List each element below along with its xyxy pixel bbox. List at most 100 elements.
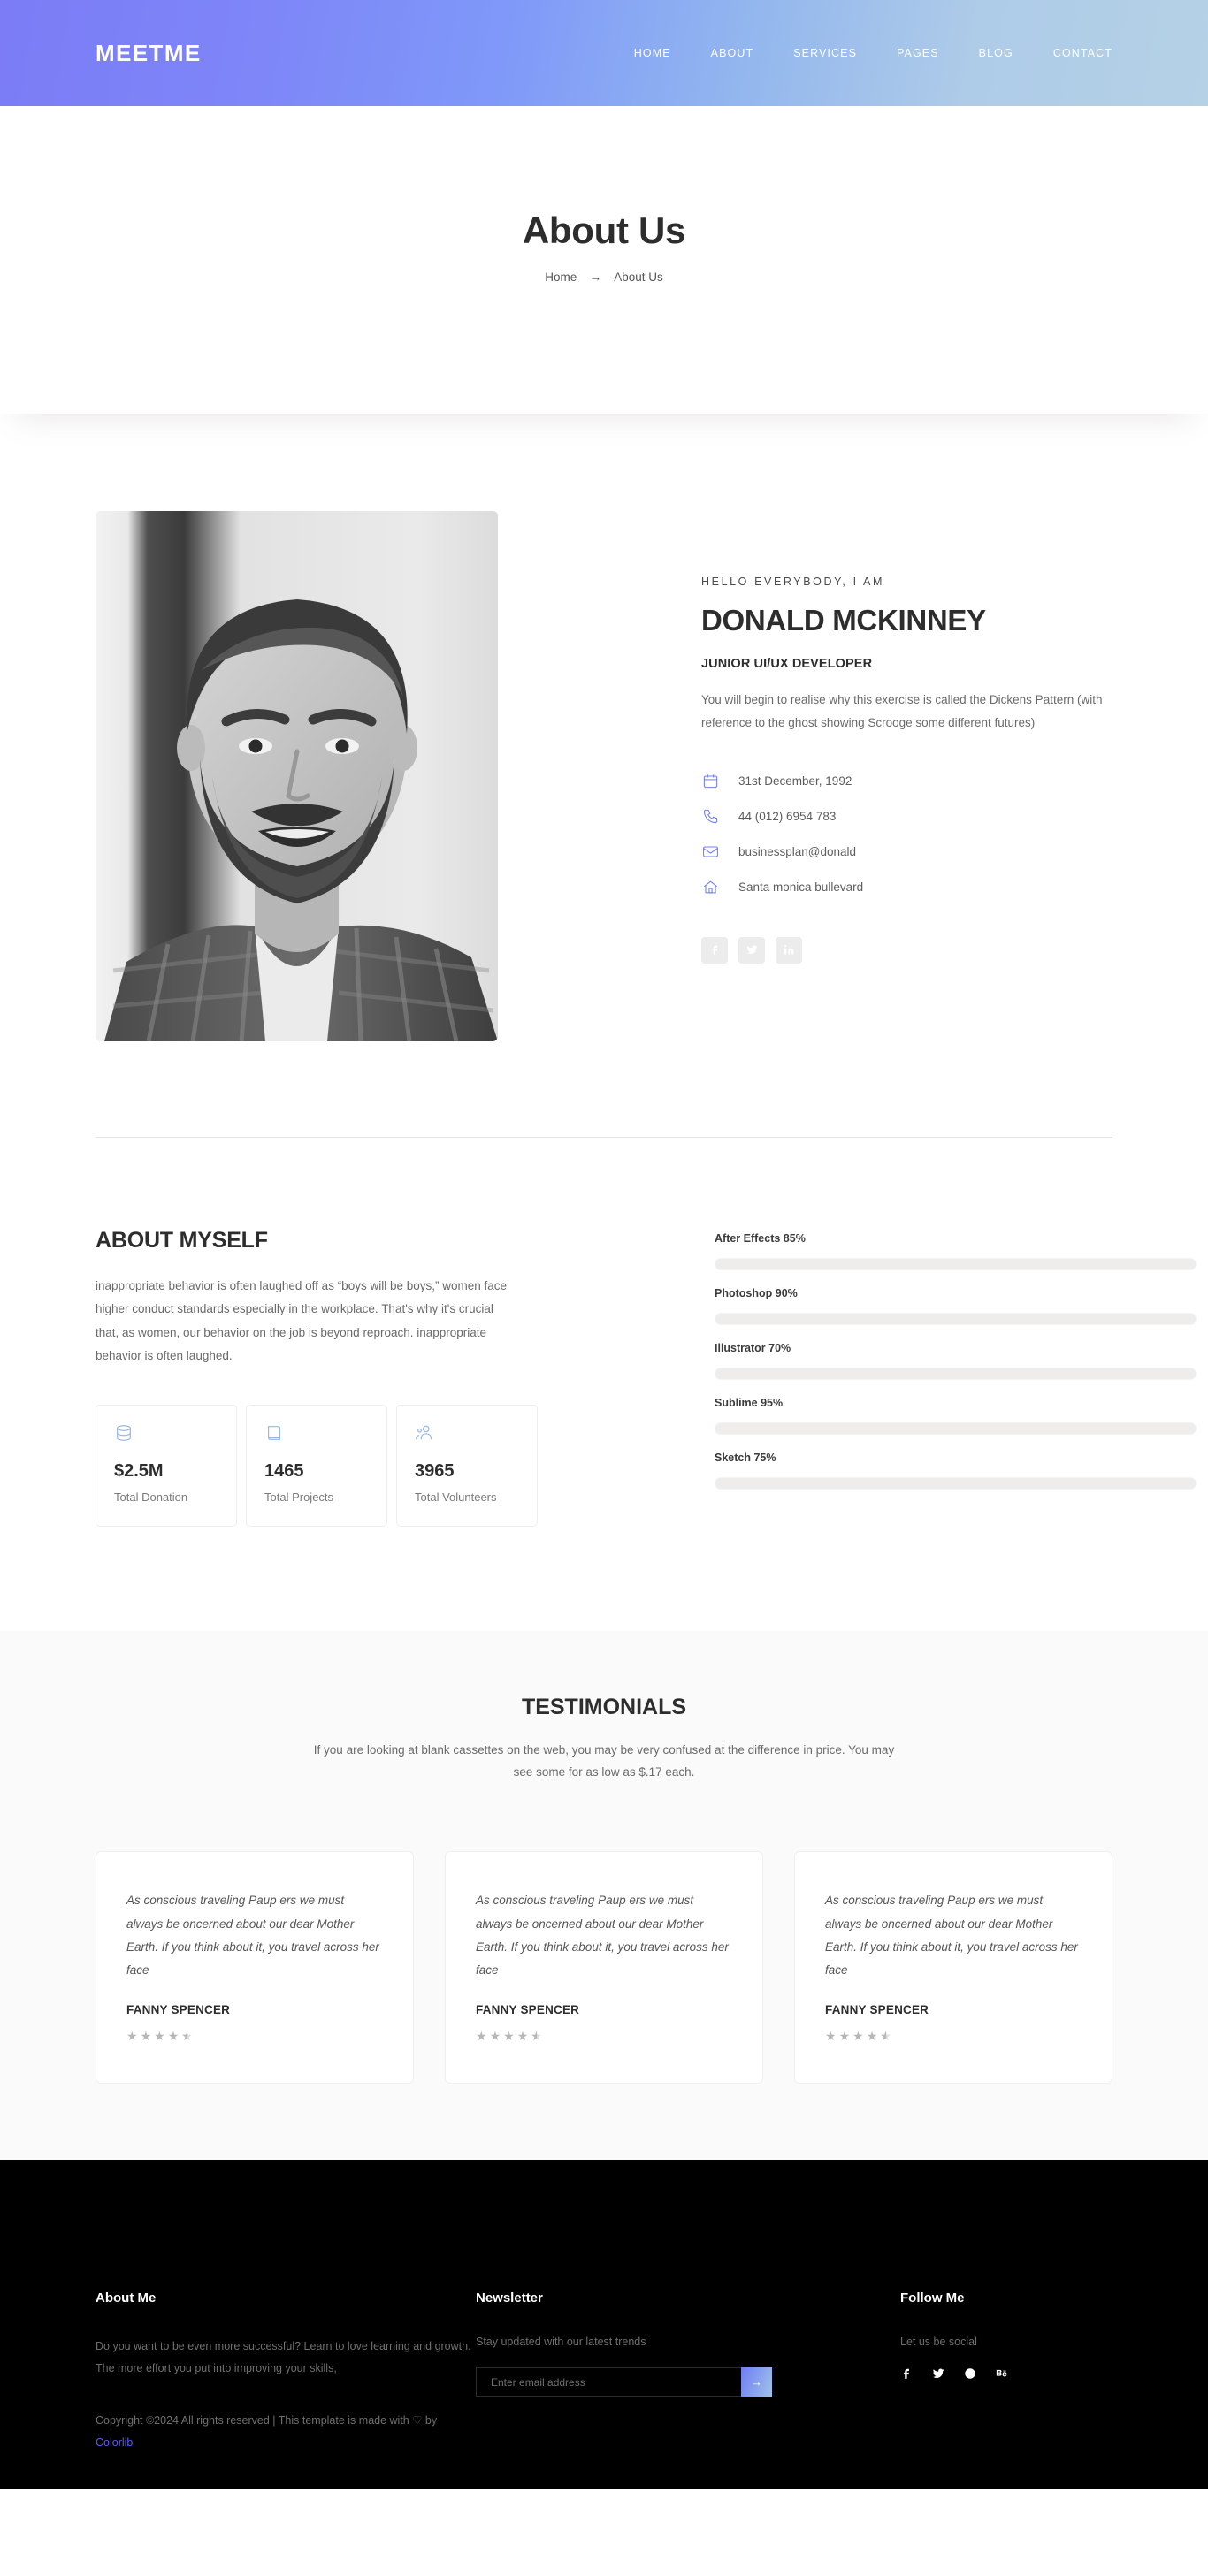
star-half-icon: ★ — [880, 2029, 891, 2044]
profile-photo — [96, 511, 498, 1041]
testimonial-card: As conscious traveling Paup ers we must … — [96, 1851, 414, 2084]
breadcrumb: Home → About Us — [545, 270, 663, 284]
site-footer: About Me Do you want to be even more suc… — [0, 2160, 1208, 2490]
nav-item-contact[interactable]: CONTACT — [1053, 47, 1112, 59]
calendar-icon — [701, 773, 719, 790]
star-icon: ★ — [852, 2029, 864, 2044]
breadcrumb-home[interactable]: Home — [545, 271, 577, 284]
contact-row-email: businessplan@donald — [701, 843, 1112, 861]
linkedin-icon[interactable] — [776, 936, 802, 964]
newsletter-submit-button[interactable]: → — [741, 2367, 772, 2397]
newsletter-email-input[interactable] — [476, 2367, 741, 2397]
contact-row-birthday: 31st December, 1992 — [701, 773, 1112, 790]
contact-list: 31st December, 1992 44 (012) 6954 783 bu… — [701, 773, 1112, 896]
testimonial-quote: As conscious traveling Paup ers we must … — [825, 1894, 1078, 1978]
arrow-right-icon: → — [589, 270, 602, 284]
profile-section: HELLO EVERYBODY, I AM DONALD MCKINNEY JU… — [0, 414, 1208, 1041]
home-icon — [701, 879, 719, 896]
nav-item-about[interactable]: ABOUT — [711, 47, 754, 59]
breadcrumb-current: About Us — [614, 270, 663, 284]
dribbble-icon[interactable] — [964, 2367, 976, 2384]
star-icon: ★ — [476, 2029, 487, 2044]
testimonials-section: TESTIMONIALS If you are looking at blank… — [0, 1631, 1208, 2161]
skill-illustrator: Illustrator 70% — [715, 1342, 1197, 1380]
about-myself-title: ABOUT MYSELF — [96, 1228, 268, 1253]
skill-progress-after-effects — [715, 1258, 1197, 1270]
facebook-icon[interactable] — [701, 936, 728, 964]
contact-text-address: Santa monica bullevard — [738, 880, 864, 895]
skill-progress-sublime — [715, 1422, 1197, 1435]
twitter-icon[interactable] — [932, 2367, 944, 2384]
rating-stars: ★ ★ ★ ★ ★ — [825, 2029, 1082, 2044]
star-icon: ★ — [140, 2029, 152, 2044]
stat-value-volunteers: 3965 — [415, 1461, 455, 1482]
skill-progress-illustrator — [715, 1368, 1197, 1380]
footer-social-links — [900, 2367, 1112, 2384]
footer-copyright: Copyright ©2024 All rights reserved | Th… — [96, 2410, 476, 2454]
stat-card-donation: $2.5M Total Donation — [96, 1405, 237, 1528]
nav-item-pages[interactable]: PAGES — [897, 47, 939, 59]
brand-logo[interactable]: MEETME — [96, 40, 202, 67]
testimonial-card: As conscious traveling Paup ers we must … — [794, 1851, 1112, 2084]
testimonial-author: FANNY SPENCER — [476, 2003, 580, 2017]
footer-follow-subtitle: Let us be social — [900, 2336, 977, 2349]
star-icon: ★ — [126, 2029, 138, 2044]
nav-item-services[interactable]: SERVICES — [793, 47, 857, 59]
skill-sublime: Sublime 95% — [715, 1397, 1197, 1435]
profile-description: You will begin to realise why this exerc… — [701, 693, 1103, 730]
star-icon: ★ — [516, 2029, 529, 2044]
contact-text-phone: 44 (012) 6954 783 — [738, 810, 837, 824]
page-title: About Us — [522, 210, 686, 251]
profile-name: DONALD MCKINNEY — [701, 604, 986, 636]
footer-newsletter-title: Newsletter — [476, 2290, 543, 2306]
rating-stars: ★ ★ ★ ★ ★ — [126, 2029, 383, 2044]
star-half-icon: ★ — [181, 2029, 193, 2044]
portrait-image — [96, 511, 498, 1041]
footer-newsletter-subtitle: Stay updated with our latest trends — [476, 2336, 646, 2349]
about-page: MEETME HOME ABOUT SERVICES PAGES BLOG CO… — [0, 0, 1208, 2490]
profile-role: JUNIOR UI/UX DEVELOPER — [701, 657, 873, 671]
nav-item-home[interactable]: HOME — [634, 47, 671, 59]
star-icon: ★ — [489, 2029, 501, 2044]
twitter-icon[interactable] — [738, 936, 765, 964]
skill-progress-photoshop — [715, 1313, 1197, 1325]
testimonials-title: TESTIMONIALS — [521, 1695, 687, 1720]
star-icon: ★ — [838, 2029, 851, 2044]
site-header: MEETME HOME ABOUT SERVICES PAGES BLOG CO… — [0, 0, 1208, 106]
testimonials-subtitle: If you are looking at blank cassettes on… — [313, 1743, 895, 1780]
footer-copyright-text: Copyright ©2024 All rights reserved | Th… — [96, 2414, 413, 2427]
stat-value-projects: 1465 — [264, 1461, 304, 1482]
skill-label-sketch: Sketch 75% — [715, 1452, 776, 1464]
skill-sketch: Sketch 75% — [715, 1452, 1197, 1490]
stat-label-projects: Total Projects — [264, 1490, 334, 1505]
about-myself-section: ABOUT MYSELF inappropriate behavior is o… — [0, 1138, 1208, 1528]
heart-icon: ♡ — [412, 2414, 423, 2427]
rating-stars: ★ ★ ★ ★ ★ — [476, 2029, 732, 2044]
skill-label-after-effects: After Effects 85% — [715, 1232, 806, 1245]
facebook-icon[interactable] — [900, 2367, 913, 2384]
nav-item-blog[interactable]: BLOG — [979, 47, 1013, 59]
stat-card-projects: 1465 Total Projects — [246, 1405, 387, 1528]
profile-greeting: HELLO EVERYBODY, I AM — [701, 575, 884, 588]
stat-value-donation: $2.5M — [114, 1461, 164, 1482]
testimonial-author: FANNY SPENCER — [825, 2003, 929, 2017]
skill-label-sublime: Sublime 95% — [715, 1397, 784, 1409]
skill-photoshop: Photoshop 90% — [715, 1287, 1197, 1325]
about-myself-left: ABOUT MYSELF inappropriate behavior is o… — [96, 1228, 538, 1528]
phone-icon — [701, 808, 719, 826]
about-myself-text: inappropriate behavior is often laughed … — [96, 1279, 508, 1362]
stat-card-volunteers: 3965 Total Volunteers — [396, 1405, 538, 1528]
testimonial-card: As conscious traveling Paup ers we must … — [445, 1851, 763, 2084]
star-icon: ★ — [825, 2029, 837, 2044]
testimonial-card-list: As conscious traveling Paup ers we must … — [96, 1851, 1112, 2084]
skill-after-effects: After Effects 85% — [715, 1232, 1197, 1270]
testimonial-author: FANNY SPENCER — [126, 2003, 231, 2017]
behance-icon[interactable] — [996, 2367, 1008, 2384]
newsletter-form: → — [476, 2367, 772, 2397]
mail-icon — [701, 843, 719, 861]
skill-label-photoshop: Photoshop 90% — [715, 1287, 798, 1299]
footer-colorlib-link[interactable]: Colorlib — [96, 2436, 133, 2449]
users-icon — [415, 1425, 434, 1446]
contact-row-address: Santa monica bullevard — [701, 879, 1112, 896]
skill-label-illustrator: Illustrator 70% — [715, 1342, 791, 1354]
